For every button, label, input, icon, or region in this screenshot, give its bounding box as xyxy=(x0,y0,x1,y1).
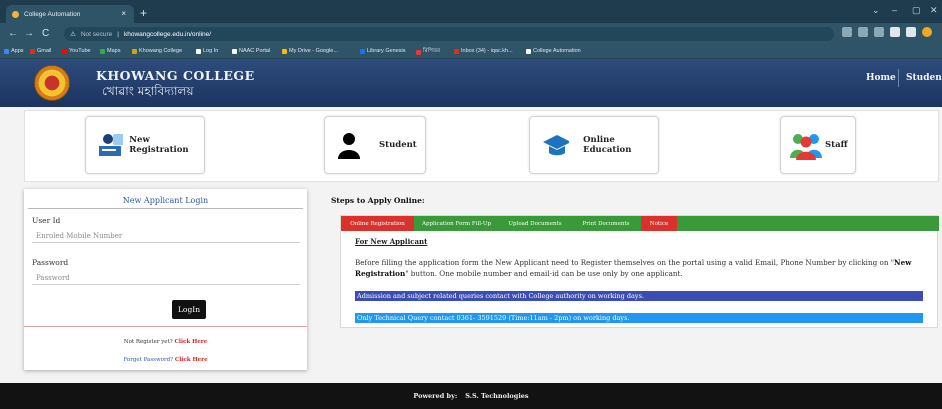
register-link[interactable]: Click Here xyxy=(174,339,207,345)
url-text: khowangcollege.edu.in/online/ xyxy=(123,30,212,38)
globe-icon xyxy=(196,48,201,54)
steps-tab-bar: Online Registration Application Form Fil… xyxy=(341,216,939,231)
forgot-password-prompt: Forget Password? Click Here xyxy=(123,357,208,363)
college-logo xyxy=(34,65,70,101)
browser-tab-bar: College Automation × + ⌄ – ▢ ✕ xyxy=(0,0,942,23)
bookmark-log-in[interactable]: Log In xyxy=(196,48,218,54)
steps-panel: Online Registration Application Form Fil… xyxy=(340,215,939,328)
tile-label: Staff xyxy=(825,140,848,150)
tile-student[interactable]: Student xyxy=(324,116,426,174)
reload-button[interactable]: C xyxy=(42,28,49,39)
bookmark-naac-portal[interactable]: NAAC Portal xyxy=(232,48,270,54)
tile-online-education[interactable]: Online Education xyxy=(529,116,659,174)
new-tab-button[interactable]: + xyxy=(140,6,147,20)
globe-icon xyxy=(526,48,531,54)
gmail-icon xyxy=(30,48,35,54)
notice-admission: Admission and subject related queries co… xyxy=(355,291,923,301)
youtube-icon xyxy=(62,48,67,54)
browser-tab[interactable]: College Automation × xyxy=(6,5,134,23)
tab-online-registration[interactable]: Online Registration xyxy=(341,216,414,231)
site-header: KHOWANG COLLEGE খোৱাং মহাবিদ্যালয় Home … xyxy=(0,59,942,107)
footer-prefix: Powered by: xyxy=(413,392,458,400)
steps-title: Steps to Apply Online: xyxy=(331,196,425,205)
star-icon[interactable] xyxy=(874,27,884,37)
tab-notice[interactable]: Notice xyxy=(641,216,677,231)
bookmark-inbox[interactable]: Inbox (34) - iqac.kh... xyxy=(454,48,513,54)
bookmark-gmail[interactable]: Gmail xyxy=(30,48,51,54)
password-input[interactable] xyxy=(32,271,300,285)
userid-input[interactable] xyxy=(32,229,300,243)
notice-technical: Only Technical Query contact 0361- 35915… xyxy=(355,313,923,323)
register-prompt: Not Register yet? Click Here xyxy=(123,339,208,345)
college-name-english: KHOWANG COLLEGE xyxy=(96,68,255,83)
nav-home[interactable]: Home xyxy=(866,73,896,83)
back-button[interactable]: ← xyxy=(8,28,18,39)
bookmark-college-automation[interactable]: College Automation xyxy=(526,48,581,54)
bookmark-local[interactable]: রিপিতর xyxy=(416,48,440,56)
bookmark-khowang-college[interactable]: Khowang College xyxy=(132,48,182,54)
graduation-cap-icon xyxy=(543,135,570,156)
bookmark-apps[interactable]: Apps xyxy=(4,48,24,54)
favicon-icon xyxy=(12,10,19,18)
forgot-password-link[interactable]: Click Here xyxy=(175,357,208,363)
forward-button[interactable]: → xyxy=(24,28,34,39)
staff-icon xyxy=(790,134,822,160)
address-divider: | xyxy=(117,30,119,38)
nav-student[interactable]: Student xyxy=(906,73,942,83)
minimize-button[interactable]: – xyxy=(892,5,897,15)
drive-icon xyxy=(282,48,287,54)
login-title: New Applicant Login xyxy=(122,196,209,205)
close-window-button[interactable]: ✕ xyxy=(930,5,938,16)
college-name-local: খোৱাং মহাবিদ্যালয় xyxy=(102,84,194,98)
tile-label: Student xyxy=(379,140,417,150)
college-bookmark-icon xyxy=(132,48,137,54)
tile-label: Online Education xyxy=(583,135,632,155)
bookmarks-bar: Apps Gmail YouTube Maps Khowang College … xyxy=(0,45,942,59)
userid-label: User Id xyxy=(32,216,61,225)
footer-company: S.S. Technologies xyxy=(465,392,529,400)
tab-upload-documents[interactable]: Upload Documents xyxy=(499,216,571,231)
address-toolbar: ← → C ⚠ Not secure | khowangcollege.edu.… xyxy=(0,23,942,45)
tile-new-registration[interactable]: New Registration xyxy=(85,116,205,174)
tile-staff[interactable]: Staff xyxy=(780,116,856,174)
instructions-paragraph: Before filling the application form the … xyxy=(355,258,912,278)
bookmark-library-genesis[interactable]: Library Genesis xyxy=(360,48,406,54)
student-icon xyxy=(338,133,360,159)
maps-icon xyxy=(100,48,105,54)
apps-icon xyxy=(4,48,9,54)
globe-icon xyxy=(232,48,237,54)
key-icon[interactable] xyxy=(842,27,852,37)
footer: Powered by: S.S. Technologies xyxy=(0,383,942,409)
address-bar[interactable]: ⚠ Not secure | khowangcollege.edu.in/onl… xyxy=(64,27,834,41)
section-heading: For New Applicant xyxy=(355,237,428,246)
tile-label: New Registration xyxy=(129,135,189,155)
tab-application-form[interactable]: Application Form Fill-Up xyxy=(414,216,499,231)
bookmark-red-icon xyxy=(416,49,421,55)
bookmark-youtube[interactable]: YouTube xyxy=(62,48,91,54)
tab-title: College Automation xyxy=(24,10,81,18)
registration-icon xyxy=(99,134,124,156)
maximize-button[interactable]: ▢ xyxy=(912,5,921,16)
extensions-icon[interactable] xyxy=(890,27,900,37)
warning-icon: ⚠ xyxy=(70,31,76,38)
password-label: Password xyxy=(32,258,69,267)
bookmark-my-drive[interactable]: My Drive - Google... xyxy=(282,48,338,54)
sidebar-icon[interactable] xyxy=(906,27,916,37)
divider xyxy=(28,208,303,209)
library-icon xyxy=(360,48,365,54)
quick-links-panel: New Registration Student Online Educatio… xyxy=(24,110,939,182)
tab-print-documents[interactable]: Print Documents xyxy=(571,216,641,231)
gmail-icon xyxy=(454,48,459,54)
share-icon[interactable] xyxy=(858,27,868,37)
profile-avatar[interactable] xyxy=(922,27,932,37)
security-label: Not secure xyxy=(80,30,113,38)
close-tab-icon[interactable]: × xyxy=(121,9,126,18)
login-button[interactable]: LogIn xyxy=(172,300,206,319)
tab-search-icon[interactable]: ⌄ xyxy=(872,5,880,16)
bookmark-maps[interactable]: Maps xyxy=(100,48,120,54)
divider xyxy=(24,326,307,327)
applicant-login-panel: New Applicant Login User Id Password Log… xyxy=(24,189,307,370)
nav-divider xyxy=(898,69,899,87)
